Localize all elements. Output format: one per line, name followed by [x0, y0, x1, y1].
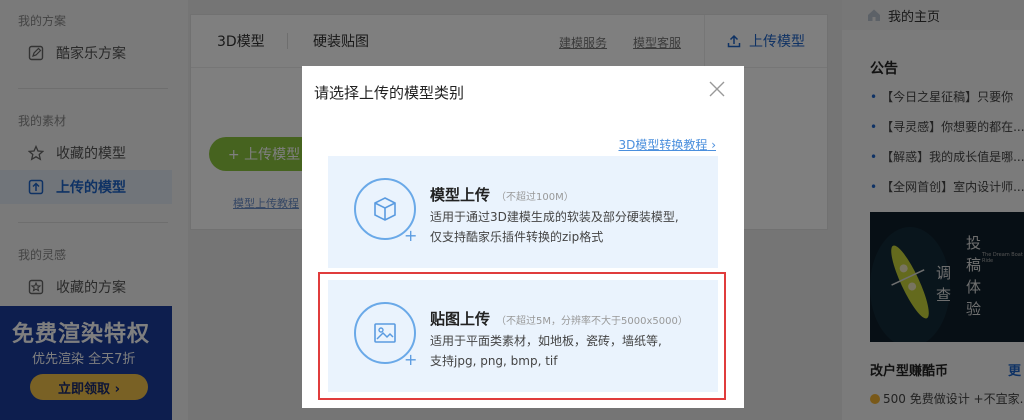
selection-highlight — [318, 272, 726, 400]
close-icon[interactable] — [706, 78, 728, 100]
model-upload-title: 模型上传 （不超过100M） — [430, 186, 574, 204]
plus-icon: + — [404, 226, 418, 245]
chevron-right-icon: › — [707, 138, 716, 152]
cube-icon — [374, 197, 396, 221]
model-upload-desc: 适用于通过3D建模生成的软装及部分硬装模型, — [430, 210, 679, 224]
upload-category-dialog: 请选择上传的模型类别 3D模型转换教程 › + 模型上传 （不超过100M） 适用… — [302, 66, 744, 408]
size-limit-note: （不超过100M） — [496, 192, 574, 203]
model-upload-option[interactable]: + 模型上传 （不超过100M） 适用于通过3D建模生成的软装及部分硬装模型, 仅… — [328, 156, 718, 268]
model-upload-format: 仅支持酷家乐插件转换的zip格式 — [430, 230, 604, 244]
model-conversion-tutorial-link[interactable]: 3D模型转换教程 › — [618, 136, 716, 153]
dialog-title: 请选择上传的模型类别 — [314, 84, 465, 102]
